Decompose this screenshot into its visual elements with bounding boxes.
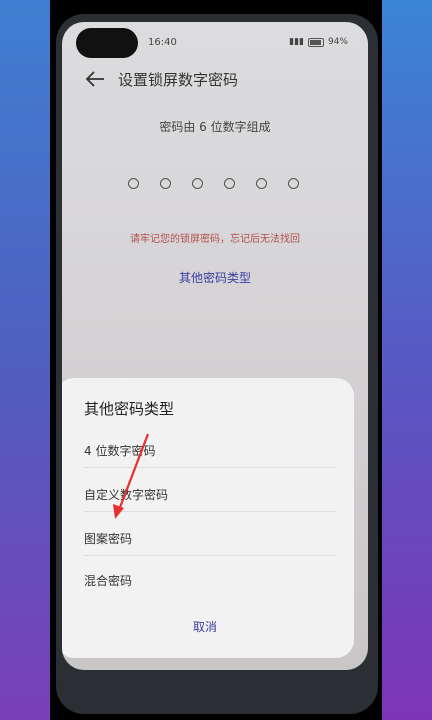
pin-dot xyxy=(128,178,139,189)
option-4-digit[interactable]: 4 位数字密码 xyxy=(84,442,334,459)
pin-input[interactable] xyxy=(128,178,299,189)
divider xyxy=(84,511,336,512)
warning-text: 请牢记您的锁屏密码，忘记后无法找回 xyxy=(130,234,300,245)
phone-screen: 16:40 ▮▮▮ 94% 设置锁屏数字密码 密码由 6 位数字组成 请牢记您的… xyxy=(62,22,368,670)
sheet-title: 其他密码类型 xyxy=(84,400,175,418)
divider xyxy=(84,555,336,556)
page-title: 设置锁屏数字密码 xyxy=(118,71,239,89)
cancel-button[interactable]: 取消 xyxy=(62,618,354,635)
other-password-types-link[interactable]: 其他密码类型 xyxy=(62,269,368,286)
battery-icon xyxy=(307,37,324,47)
battery-percent: 94% xyxy=(327,37,348,47)
status-time: 16:40 xyxy=(148,37,177,48)
right-background-panel xyxy=(382,0,432,720)
camera-cutout xyxy=(76,28,138,58)
option-custom-digit[interactable]: 自定义数字密码 xyxy=(84,486,334,503)
pin-dot xyxy=(160,178,171,189)
status-icons: ▮▮▮ 94% xyxy=(289,37,348,47)
pin-dot xyxy=(288,178,299,189)
option-pattern[interactable]: 图案密码 xyxy=(84,530,334,547)
pin-dot xyxy=(224,178,235,189)
password-type-sheet: 其他密码类型 4 位数字密码 自定义数字密码 图案密码 混合密码 取消 xyxy=(62,378,354,658)
left-background-panel xyxy=(0,0,50,720)
pin-dot xyxy=(256,178,267,189)
option-mixed[interactable]: 混合密码 xyxy=(84,572,334,589)
pin-dot xyxy=(192,178,203,189)
back-arrow-icon[interactable] xyxy=(84,69,106,89)
pin-hint: 密码由 6 位数字组成 xyxy=(159,120,271,134)
divider xyxy=(84,467,336,468)
signal-icon: ▮▮▮ xyxy=(289,37,304,47)
